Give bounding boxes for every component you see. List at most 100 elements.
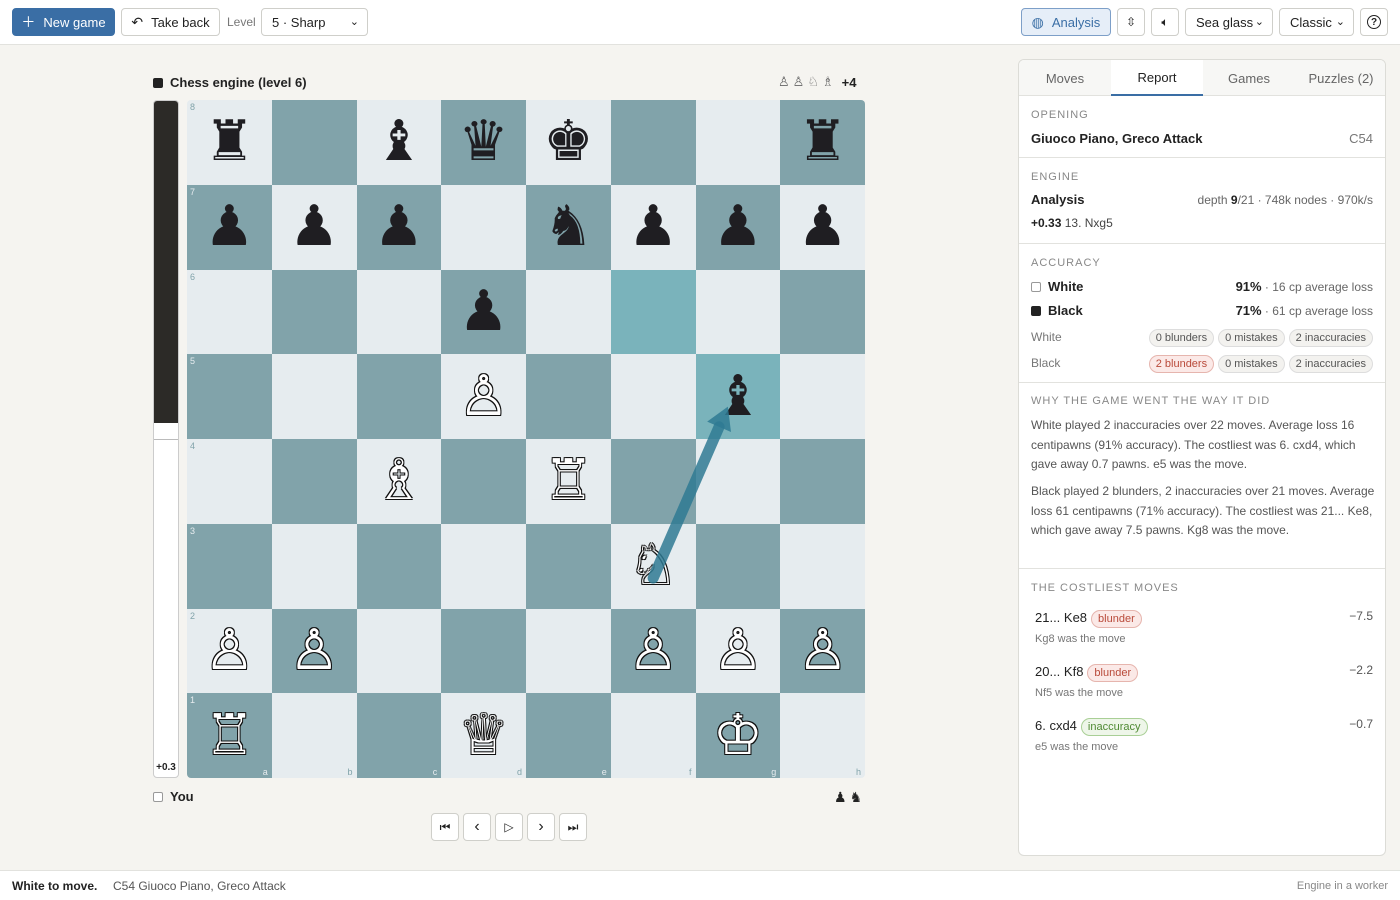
piece-g5[interactable]: ♝ bbox=[696, 354, 781, 439]
play-button[interactable]: ▷ bbox=[495, 813, 523, 841]
square-h3[interactable] bbox=[780, 523, 865, 609]
costly-move-item[interactable]: 21... Ke8 blunder −7.5 Kg8 was the move bbox=[1035, 609, 1373, 653]
square-f8[interactable] bbox=[610, 100, 696, 185]
piece-d5[interactable]: ♙ bbox=[441, 354, 526, 439]
square-f6[interactable] bbox=[610, 269, 696, 355]
best-move-hint: Kg8 was the move bbox=[1035, 633, 1126, 645]
piece-a8[interactable]: ♜ bbox=[187, 100, 272, 185]
error-pill: 2 blunders bbox=[1148, 355, 1215, 373]
piece-c7[interactable]: ♟ bbox=[357, 185, 442, 270]
square-c5[interactable] bbox=[356, 354, 442, 439]
theme-select[interactable]: Sea glass ⌄ bbox=[1185, 8, 1273, 36]
piece-a7[interactable]: ♟ bbox=[187, 185, 272, 270]
last-move-button[interactable]: ⏭ bbox=[559, 813, 587, 841]
square-d3[interactable] bbox=[441, 523, 526, 609]
player-info: You bbox=[153, 789, 194, 804]
piece-e8[interactable]: ♚ bbox=[526, 100, 611, 185]
piece-set-select[interactable]: Classic ⌄ bbox=[1279, 8, 1354, 36]
piece-a2[interactable]: ♙ bbox=[187, 609, 272, 694]
piece-g1[interactable]: ♔ bbox=[696, 693, 781, 778]
piece-f3[interactable]: ♘ bbox=[611, 524, 696, 609]
take-back-button[interactable]: ↶ Take back bbox=[121, 8, 220, 36]
square-e2[interactable] bbox=[526, 608, 611, 694]
turn-status: White to move. bbox=[12, 879, 98, 893]
help-button[interactable]: ? bbox=[1360, 8, 1388, 36]
piece-f7[interactable]: ♟ bbox=[611, 185, 696, 270]
analysis-toggle-button[interactable]: ◍ Analysis bbox=[1021, 8, 1111, 36]
piece-b7[interactable]: ♟ bbox=[272, 185, 357, 270]
square-b6[interactable] bbox=[271, 269, 357, 355]
tab-games[interactable]: Games bbox=[1203, 60, 1295, 96]
black-errors-label: Black bbox=[1031, 356, 1061, 370]
square-h6[interactable] bbox=[780, 269, 865, 355]
square-e5[interactable] bbox=[526, 354, 611, 439]
tab-moves[interactable]: Moves bbox=[1019, 60, 1111, 96]
square-b4[interactable] bbox=[271, 439, 357, 524]
piece-d6[interactable]: ♟ bbox=[441, 270, 526, 355]
piece-g2[interactable]: ♙ bbox=[696, 609, 781, 694]
square-g3[interactable] bbox=[695, 523, 781, 609]
piece-b2[interactable]: ♙ bbox=[272, 609, 357, 694]
level-label: Level bbox=[227, 15, 256, 29]
piece-g7[interactable]: ♟ bbox=[696, 185, 781, 270]
piece-e4[interactable]: ♖ bbox=[526, 439, 611, 524]
piece-c8[interactable]: ♝ bbox=[357, 100, 442, 185]
piece-d8[interactable]: ♛ bbox=[441, 100, 526, 185]
new-game-button[interactable]: ＋ New game bbox=[12, 8, 115, 36]
square-g6[interactable] bbox=[695, 269, 781, 355]
first-move-button[interactable]: ⏮ bbox=[431, 813, 459, 841]
tab-puzzles[interactable]: Puzzles (2) bbox=[1295, 60, 1385, 96]
black-side-icon bbox=[1031, 305, 1041, 316]
square-d4[interactable] bbox=[441, 439, 526, 524]
depth-prefix: depth bbox=[1197, 193, 1231, 207]
next-move-button[interactable]: › bbox=[527, 813, 555, 841]
costly-move-item[interactable]: 20... Kf8 blunder −2.2 Nf5 was the move bbox=[1035, 663, 1373, 707]
prev-move-button[interactable]: ‹ bbox=[463, 813, 491, 841]
square-a4[interactable]: 4 bbox=[187, 439, 272, 524]
square-f4[interactable] bbox=[610, 439, 696, 524]
chess-board[interactable]: 8 7 6 5 4 3 2 1 a b c d e f g h ♜ ♝ ♛ ♚ ♜ ♟ ♟ ♟ ♞ ♟ ♟ ♟ ♟ ♙ ♝ ♗ ♖ ♘ ♙ ♙ ♙ ♙ ♙ ♖… bbox=[187, 100, 865, 778]
square-c2[interactable] bbox=[356, 608, 442, 694]
square-b1[interactable]: b bbox=[271, 693, 357, 778]
square-h5[interactable] bbox=[780, 354, 865, 439]
piece-d1[interactable]: ♕ bbox=[441, 693, 526, 778]
piece-f2[interactable]: ♙ bbox=[611, 609, 696, 694]
sound-button[interactable]: 🔈︎ bbox=[1151, 8, 1179, 36]
costly-move-item[interactable]: 6. cxd4 inaccuracy −0.7 e5 was the move bbox=[1035, 717, 1373, 761]
file-label: f bbox=[688, 767, 692, 777]
piece-a1[interactable]: ♖ bbox=[187, 693, 272, 778]
piece-h2[interactable]: ♙ bbox=[780, 609, 865, 694]
square-g4[interactable] bbox=[695, 439, 781, 524]
square-d2[interactable] bbox=[441, 608, 526, 694]
square-d7[interactable] bbox=[441, 184, 526, 270]
square-c6[interactable] bbox=[356, 269, 442, 355]
square-b8[interactable] bbox=[271, 100, 357, 185]
square-b3[interactable] bbox=[271, 523, 357, 609]
piece-h8[interactable]: ♜ bbox=[780, 100, 865, 185]
square-e3[interactable] bbox=[526, 523, 611, 609]
square-e6[interactable] bbox=[526, 269, 611, 355]
square-a6[interactable]: 6 bbox=[187, 269, 272, 355]
square-a3[interactable]: 3 bbox=[187, 523, 272, 609]
piece-h7[interactable]: ♟ bbox=[780, 185, 865, 270]
square-a5[interactable]: 5 bbox=[187, 354, 272, 439]
square-g8[interactable] bbox=[695, 100, 781, 185]
square-f1[interactable]: f bbox=[610, 693, 696, 778]
flip-board-button[interactable]: ⇳ bbox=[1117, 8, 1145, 36]
engine-line: +0.33 13. Nxg5 bbox=[1031, 216, 1113, 230]
piece-e7[interactable]: ♞ bbox=[526, 185, 611, 270]
square-b5[interactable] bbox=[271, 354, 357, 439]
square-h4[interactable] bbox=[780, 439, 865, 524]
square-e1[interactable]: e bbox=[526, 693, 611, 778]
square-f5[interactable] bbox=[610, 354, 696, 439]
level-select[interactable]: 5 · Sharp ⌄ bbox=[261, 8, 368, 36]
black-accuracy-label: Black bbox=[1031, 303, 1083, 318]
tab-report[interactable]: Report bbox=[1111, 60, 1203, 96]
square-c3[interactable] bbox=[356, 523, 442, 609]
piece-c4[interactable]: ♗ bbox=[357, 439, 442, 524]
captured-piece: ♟ bbox=[834, 789, 847, 805]
section-title: Opening bbox=[1031, 109, 1089, 121]
square-c1[interactable]: c bbox=[356, 693, 442, 778]
opponent-name: Chess engine (level 6) bbox=[170, 75, 307, 90]
square-h1[interactable]: h bbox=[780, 693, 865, 778]
